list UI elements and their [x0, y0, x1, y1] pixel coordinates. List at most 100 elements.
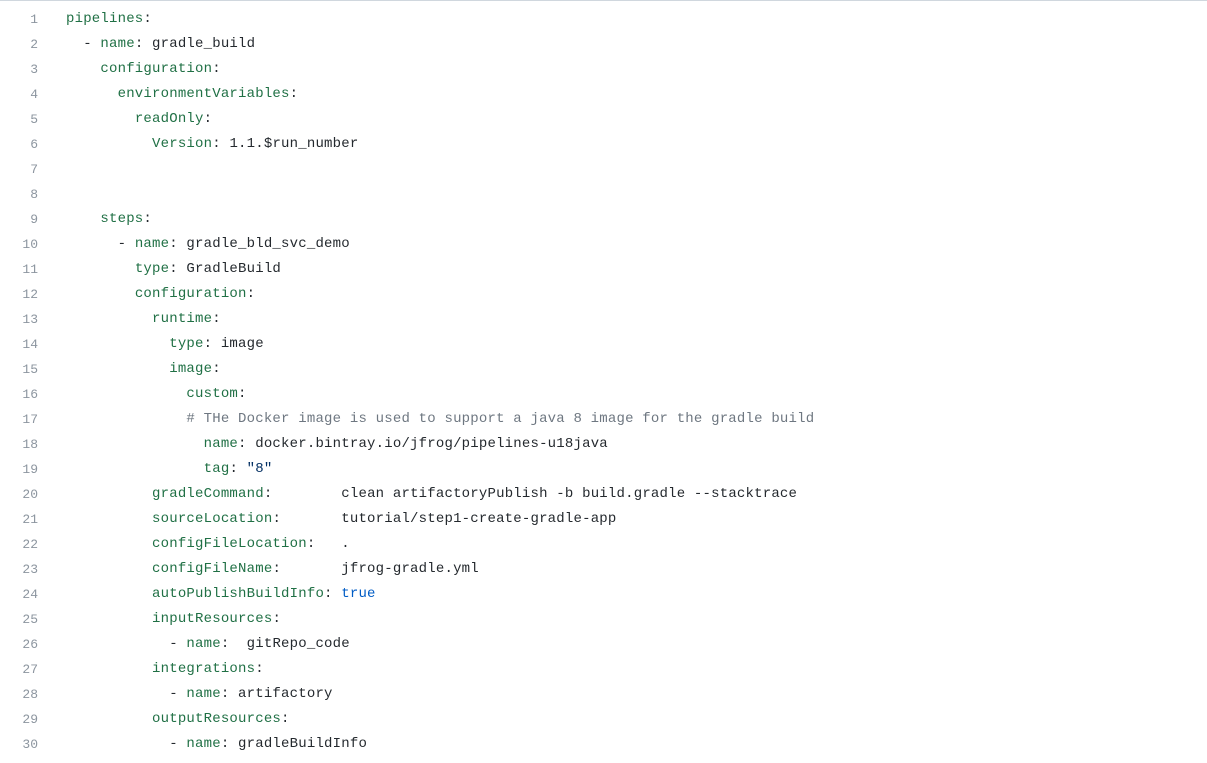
- token-dash: -: [118, 236, 135, 252]
- code-line[interactable]: 2 - name: gradle_build: [0, 32, 1207, 57]
- line-number: 15: [0, 357, 54, 382]
- code-content[interactable]: autoPublishBuildInfo: true: [54, 582, 376, 607]
- code-line[interactable]: 22 configFileLocation: .: [0, 532, 1207, 557]
- token-punct: :: [204, 111, 213, 127]
- code-content[interactable]: custom:: [54, 382, 247, 407]
- line-number: 19: [0, 457, 54, 482]
- indent: [66, 736, 169, 752]
- token-punct: :: [135, 36, 152, 52]
- code-content[interactable]: outputResources:: [54, 707, 290, 732]
- code-line[interactable]: 13 runtime:: [0, 307, 1207, 332]
- code-line[interactable]: 25 inputResources:: [0, 607, 1207, 632]
- code-content[interactable]: type: GradleBuild: [54, 257, 281, 282]
- line-number: 12: [0, 282, 54, 307]
- code-content[interactable]: runtime:: [54, 307, 221, 332]
- code-line[interactable]: 24 autoPublishBuildInfo: true: [0, 582, 1207, 607]
- yaml-code-viewer[interactable]: 1pipelines:2 - name: gradle_build3 confi…: [0, 0, 1207, 763]
- code-content[interactable]: Version: 1.1.$run_number: [54, 132, 358, 157]
- indent: [66, 411, 186, 427]
- code-line[interactable]: 15 image:: [0, 357, 1207, 382]
- code-line[interactable]: 19 tag: "8": [0, 457, 1207, 482]
- code-line[interactable]: 27 integrations:: [0, 657, 1207, 682]
- line-number: 17: [0, 407, 54, 432]
- code-line[interactable]: 1pipelines:: [0, 7, 1207, 32]
- line-number: 26: [0, 632, 54, 657]
- code-content[interactable]: configFileName: jfrog-gradle.yml: [54, 557, 479, 582]
- code-content[interactable]: sourceLocation: tutorial/step1-create-gr…: [54, 507, 617, 532]
- token-punct: :: [272, 511, 341, 527]
- indent: [66, 511, 152, 527]
- token-dash: -: [169, 686, 186, 702]
- code-content[interactable]: name: docker.bintray.io/jfrog/pipelines-…: [54, 432, 608, 457]
- code-line[interactable]: 26 - name: gitRepo_code: [0, 632, 1207, 657]
- code-content[interactable]: integrations:: [54, 657, 264, 682]
- code-line[interactable]: 23 configFileName: jfrog-gradle.yml: [0, 557, 1207, 582]
- indent: [66, 36, 83, 52]
- token-key: name: [100, 36, 134, 52]
- code-line[interactable]: 18 name: docker.bintray.io/jfrog/pipelin…: [0, 432, 1207, 457]
- code-content[interactable]: type: image: [54, 332, 264, 357]
- token-punct: :: [272, 561, 341, 577]
- token-value: gradle_build: [152, 36, 255, 52]
- code-content[interactable]: pipelines:: [54, 7, 152, 32]
- token-punct: :: [221, 686, 238, 702]
- code-content[interactable]: - name: gradle_build: [54, 32, 255, 57]
- line-number: 2: [0, 32, 54, 57]
- code-line[interactable]: 11 type: GradleBuild: [0, 257, 1207, 282]
- token-key: name: [186, 736, 220, 752]
- code-content[interactable]: gradleCommand: clean artifactoryPublish …: [54, 482, 797, 507]
- code-content[interactable]: tag: "8": [54, 457, 272, 482]
- code-line[interactable]: 3 configuration:: [0, 57, 1207, 82]
- code-content[interactable]: inputResources:: [54, 607, 281, 632]
- code-content[interactable]: - name: gitRepo_code: [54, 632, 350, 657]
- code-line[interactable]: 17 # THe Docker image is used to support…: [0, 407, 1207, 432]
- code-line[interactable]: 30 - name: gradleBuildInfo: [0, 732, 1207, 757]
- token-key: type: [169, 336, 203, 352]
- indent: [66, 561, 152, 577]
- token-key: inputResources: [152, 611, 272, 627]
- code-content[interactable]: configuration:: [54, 57, 221, 82]
- token-value: .: [341, 536, 350, 552]
- code-content[interactable]: configFileLocation: .: [54, 532, 350, 557]
- code-content[interactable]: steps:: [54, 207, 152, 232]
- code-line[interactable]: 14 type: image: [0, 332, 1207, 357]
- line-number: 16: [0, 382, 54, 407]
- code-line[interactable]: 28 - name: artifactory: [0, 682, 1207, 707]
- code-content[interactable]: environmentVariables:: [54, 82, 298, 107]
- code-line[interactable]: 10 - name: gradle_bld_svc_demo: [0, 232, 1207, 257]
- code-line[interactable]: 12 configuration:: [0, 282, 1207, 307]
- code-content[interactable]: image:: [54, 357, 221, 382]
- code-content[interactable]: configuration:: [54, 282, 255, 307]
- token-key: integrations: [152, 661, 255, 677]
- token-key: outputResources: [152, 711, 281, 727]
- indent: [66, 461, 204, 477]
- code-line[interactable]: 4 environmentVariables:: [0, 82, 1207, 107]
- code-line[interactable]: 9 steps:: [0, 207, 1207, 232]
- token-punct: :: [212, 311, 221, 327]
- code-line[interactable]: 29 outputResources:: [0, 707, 1207, 732]
- indent: [66, 536, 152, 552]
- code-content[interactable]: - name: gradleBuildInfo: [54, 732, 367, 757]
- token-punct: :: [143, 211, 152, 227]
- token-punct: :: [169, 236, 186, 252]
- code-line[interactable]: 8: [0, 182, 1207, 207]
- code-line[interactable]: 16 custom:: [0, 382, 1207, 407]
- code-content[interactable]: - name: gradle_bld_svc_demo: [54, 232, 350, 257]
- code-line[interactable]: 21 sourceLocation: tutorial/step1-create…: [0, 507, 1207, 532]
- code-line[interactable]: 20 gradleCommand: clean artifactoryPubli…: [0, 482, 1207, 507]
- token-key: type: [135, 261, 169, 277]
- token-value: gitRepo_code: [247, 636, 350, 652]
- code-content[interactable]: readOnly:: [54, 107, 212, 132]
- line-number: 27: [0, 657, 54, 682]
- code-line[interactable]: 5 readOnly:: [0, 107, 1207, 132]
- code-content[interactable]: - name: artifactory: [54, 682, 333, 707]
- token-value: GradleBuild: [186, 261, 281, 277]
- code-content[interactable]: # THe Docker image is used to support a …: [54, 407, 814, 432]
- indent: [66, 436, 204, 452]
- token-punct: :: [264, 486, 341, 502]
- code-line[interactable]: 6 Version: 1.1.$run_number: [0, 132, 1207, 157]
- indent: [66, 111, 135, 127]
- line-number: 7: [0, 157, 54, 182]
- code-line[interactable]: 7: [0, 157, 1207, 182]
- token-comment: # THe Docker image is used to support a …: [186, 411, 814, 427]
